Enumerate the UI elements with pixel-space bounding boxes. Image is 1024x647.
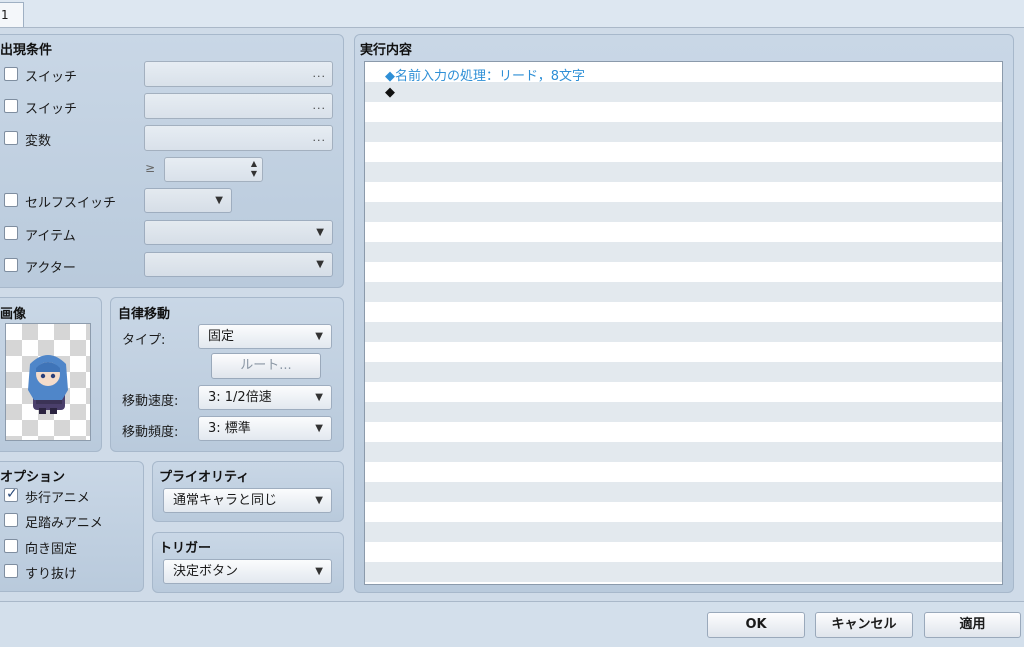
- frequency-dropdown[interactable]: 3: 標準 ▼: [198, 416, 332, 441]
- list-stripe: [365, 582, 1002, 584]
- priority-dropdown[interactable]: 通常キャラと同じ ▼: [163, 488, 332, 513]
- actor-checkbox[interactable]: [4, 258, 18, 272]
- contents-title: 実行内容: [360, 43, 413, 58]
- command-row[interactable]: ◆名前入力の処理：リード，8文字: [385, 65, 585, 84]
- list-stripe: [365, 522, 1002, 542]
- list-stripe: [365, 262, 1002, 282]
- walking-anim-checkbox[interactable]: [4, 486, 18, 502]
- list-stripe: [365, 122, 1002, 142]
- through-label: すり抜け: [25, 567, 78, 582]
- chevron-down-icon: ▼: [316, 227, 324, 238]
- command-row[interactable]: ◆: [385, 85, 395, 100]
- tab-label: 1: [1, 8, 9, 22]
- list-stripe: [365, 562, 1002, 582]
- character-image-preview[interactable]: [5, 323, 91, 441]
- actor-dropdown[interactable]: ▼: [144, 252, 333, 277]
- variable-browse-button[interactable]: ...: [313, 131, 327, 144]
- chevron-down-icon: ▼: [215, 195, 223, 206]
- frequency-label: 移動頻度:: [122, 425, 179, 440]
- chevron-down-icon: ▼: [315, 566, 323, 577]
- chevron-down-icon: ▼: [315, 423, 323, 434]
- list-stripe: [365, 142, 1002, 162]
- trigger-title: トリガー: [159, 541, 212, 556]
- list-stripe: [365, 162, 1002, 182]
- list-stripe: [365, 182, 1002, 202]
- list-stripe: [365, 402, 1002, 422]
- switch1-field[interactable]: ...: [144, 61, 333, 87]
- direction-fix-checkbox[interactable]: [4, 539, 18, 553]
- switch2-field[interactable]: ...: [144, 93, 333, 119]
- switch2-browse-button[interactable]: ...: [313, 99, 327, 112]
- spinner-up-icon[interactable]: ▲: [251, 159, 257, 168]
- type-value: 固定: [208, 329, 235, 344]
- list-stripe: [365, 202, 1002, 222]
- variable-checkbox[interactable]: [4, 131, 18, 145]
- speed-dropdown[interactable]: 3: 1/2倍速 ▼: [198, 385, 332, 410]
- switch2-checkbox[interactable]: [4, 99, 18, 113]
- self-switch-label: セルフスイッチ: [25, 196, 117, 211]
- list-stripe: [365, 382, 1002, 402]
- stepping-anim-label: 足踏みアニメ: [25, 516, 103, 531]
- spinner-down-icon[interactable]: ▼: [251, 169, 257, 178]
- item-dropdown[interactable]: ▼: [144, 220, 333, 245]
- options-title: オプション: [0, 470, 66, 485]
- list-stripe: [365, 422, 1002, 442]
- chevron-down-icon: ▼: [316, 259, 324, 270]
- command-list[interactable]: ◆名前入力の処理：リード，8文字 ◆: [364, 61, 1003, 585]
- list-stripe: [365, 322, 1002, 342]
- image-title: 画像: [0, 307, 27, 322]
- switch1-label: スイッチ: [25, 70, 78, 85]
- list-stripe: [365, 442, 1002, 462]
- list-stripe: [365, 282, 1002, 302]
- list-stripe: [365, 82, 1002, 102]
- type-dropdown[interactable]: 固定 ▼: [198, 324, 332, 349]
- cancel-button[interactable]: キャンセル: [815, 612, 913, 638]
- switch1-checkbox[interactable]: [4, 67, 18, 81]
- list-stripe: [365, 362, 1002, 382]
- list-stripe: [365, 302, 1002, 322]
- route-button[interactable]: ルート...: [211, 353, 321, 379]
- chevron-down-icon: ▼: [315, 392, 323, 403]
- list-stripe: [365, 242, 1002, 262]
- actor-label: アクター: [25, 261, 76, 276]
- speed-value: 3: 1/2倍速: [208, 390, 272, 405]
- priority-title: プライオリティ: [159, 470, 250, 485]
- item-label: アイテム: [25, 229, 76, 244]
- stepping-anim-checkbox[interactable]: [4, 513, 18, 527]
- list-stripe: [365, 502, 1002, 522]
- through-checkbox[interactable]: [4, 564, 18, 578]
- tab-bar: 1: [0, 0, 1024, 28]
- list-stripe: [365, 342, 1002, 362]
- trigger-value: 決定ボタン: [173, 564, 239, 579]
- list-stripe: [365, 462, 1002, 482]
- list-stripe: [365, 542, 1002, 562]
- conditions-title: 出現条件: [0, 43, 53, 58]
- variable-value-spinner[interactable]: ▲ ▼: [164, 157, 263, 182]
- walking-anim-label: 歩行アニメ: [25, 491, 90, 506]
- list-stripe: [365, 222, 1002, 242]
- list-stripe: [365, 102, 1002, 122]
- variable-label: 変数: [25, 134, 52, 149]
- direction-fix-label: 向き固定: [25, 542, 78, 557]
- list-stripe: [365, 482, 1002, 502]
- autonomous-title: 自律移動: [118, 307, 171, 322]
- character-sprite-icon: [28, 355, 68, 414]
- priority-value: 通常キャラと同じ: [173, 493, 278, 508]
- variable-field[interactable]: ...: [144, 125, 333, 151]
- chevron-down-icon: ▼: [315, 495, 323, 506]
- chevron-down-icon: ▼: [315, 331, 323, 342]
- trigger-dropdown[interactable]: 決定ボタン ▼: [163, 559, 332, 584]
- frequency-value: 3: 標準: [208, 421, 251, 436]
- compare-operator: ≥: [145, 161, 156, 175]
- type-label: タイプ:: [122, 333, 166, 348]
- self-switch-checkbox[interactable]: [4, 193, 18, 207]
- switch2-label: スイッチ: [25, 102, 78, 117]
- self-switch-dropdown[interactable]: ▼: [144, 188, 232, 213]
- tab-page-1[interactable]: 1: [0, 2, 24, 27]
- switch1-browse-button[interactable]: ...: [313, 67, 327, 80]
- item-checkbox[interactable]: [4, 226, 18, 240]
- ok-button[interactable]: OK: [707, 612, 805, 638]
- speed-label: 移動速度:: [122, 394, 179, 409]
- apply-button[interactable]: 適用: [924, 612, 1021, 638]
